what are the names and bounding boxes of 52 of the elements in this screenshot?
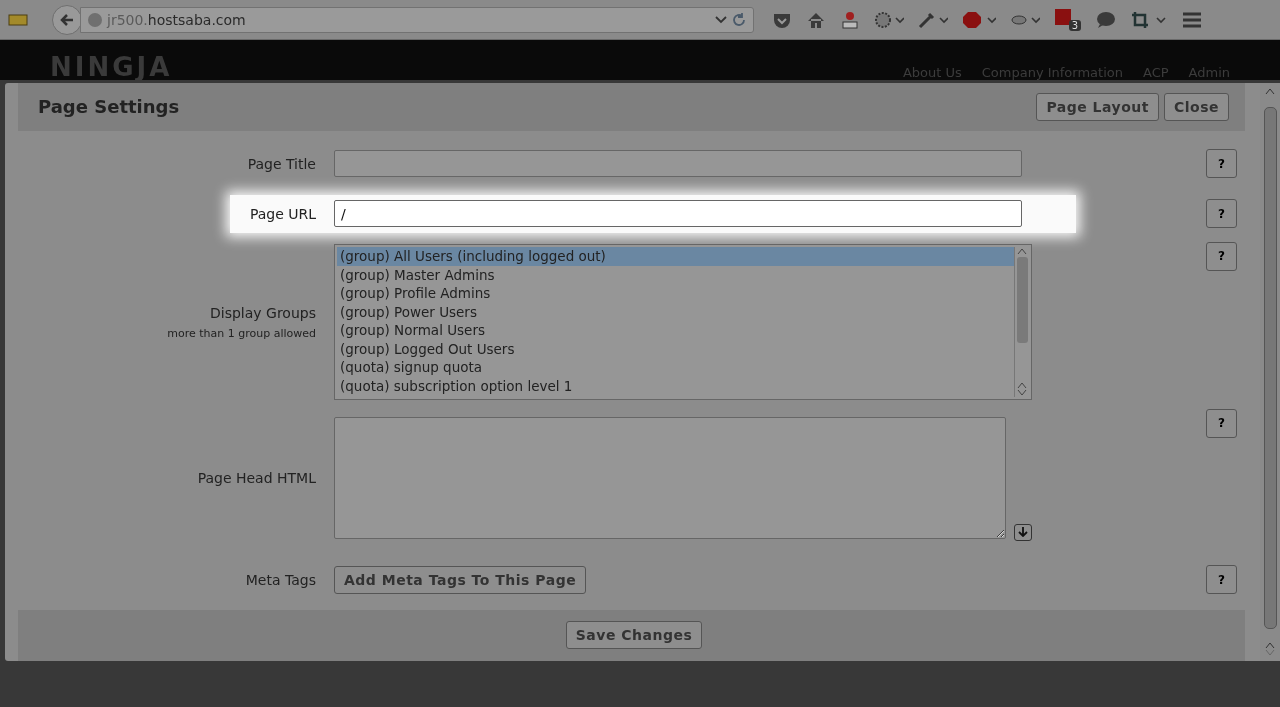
text-field[interactable] [334, 150, 1022, 177]
arrow-down-icon[interactable] [1017, 527, 1028, 537]
help-button[interactable]: ? [1206, 199, 1237, 228]
save-button[interactable]: Save Changes [565, 621, 703, 650]
chat-bubble-icon[interactable] [1095, 10, 1117, 29]
list-option[interactable]: (group) Profile Admins [337, 284, 1014, 303]
extension-button[interactable]: 3 [1054, 8, 1081, 31]
list-option[interactable]: (quota) signup quota [337, 358, 1014, 377]
address-bar[interactable]: jr500.hostsaba.com [80, 6, 754, 33]
field-hint: more than 1 group allowed [167, 326, 316, 340]
header-button[interactable]: Page Layout [1036, 92, 1159, 121]
adblock-icon[interactable] [962, 10, 996, 29]
list-option[interactable]: (group) Power Users [337, 302, 1014, 321]
field-label: Page Head HTML [197, 469, 316, 486]
list-option[interactable]: (group) Master Admins [337, 265, 1014, 284]
menu-icon[interactable] [1181, 10, 1203, 29]
reload-icon[interactable] [731, 11, 747, 28]
list-option[interactable]: (quota) subscription option level 1 [337, 376, 1014, 395]
gear-icon[interactable] [874, 10, 904, 29]
scrollbar[interactable] [1014, 247, 1029, 397]
help-button[interactable]: ? [1206, 408, 1237, 438]
help-button[interactable]: ? [1206, 565, 1237, 594]
back-button[interactable] [52, 4, 82, 35]
scroll-up-icon[interactable] [1017, 381, 1027, 389]
field-label: Display Groups [210, 304, 316, 321]
header-button[interactable]: Close [1163, 92, 1229, 121]
group-listbox[interactable] [334, 244, 1032, 400]
scroll-up-icon[interactable] [1017, 247, 1027, 255]
scroll-down-icon[interactable] [1017, 389, 1027, 397]
scroll-up-icon[interactable] [1265, 641, 1275, 649]
field-label: Page Title [247, 155, 316, 172]
scroll-up-icon[interactable] [1265, 87, 1275, 95]
eyedropper-icon[interactable] [918, 10, 948, 29]
list-option[interactable]: (group) Normal Users [337, 321, 1014, 340]
inbox-tray-icon[interactable] [840, 10, 860, 29]
help-button[interactable]: ? [1206, 149, 1237, 178]
help-button[interactable]: ? [1206, 241, 1237, 271]
field-label: Page URL [249, 205, 316, 222]
text-field[interactable]: / [334, 200, 1022, 227]
toolbar-icon[interactable] [8, 12, 28, 27]
add-meta-tags-button[interactable]: Add Meta Tags To This Page [334, 565, 587, 594]
list-option[interactable]: (group) All Users (including logged out) [337, 247, 1014, 266]
count-badge: 3 [1068, 20, 1081, 31]
url-text: jr500.hostsaba.com [107, 11, 246, 28]
list-option[interactable]: (group) Logged Out Users [337, 339, 1014, 358]
crop-icon[interactable] [1131, 10, 1167, 29]
expand-button[interactable] [1013, 523, 1032, 541]
field-label: Meta Tags [245, 571, 316, 588]
back-arrow-icon[interactable] [59, 11, 75, 28]
dropdown-caret-icon[interactable] [715, 14, 727, 25]
home-icon[interactable] [806, 10, 826, 29]
modal-title: Page Settings [38, 96, 181, 118]
